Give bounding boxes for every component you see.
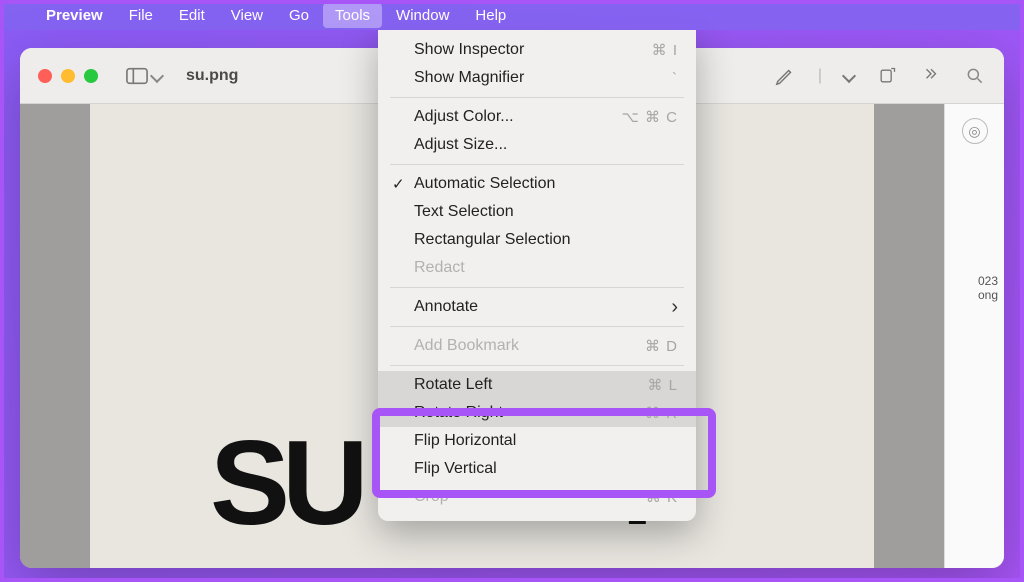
toolbar-divider: | — [818, 67, 822, 85]
menu-item-label: Rotate Right — [414, 404, 645, 422]
doc-text-prefix: SU — [210, 416, 361, 550]
menu-item-rotate-right[interactable]: Rotate Right⌘ R — [378, 399, 696, 427]
menu-item-text-selection[interactable]: Text Selection — [378, 198, 696, 226]
minimize-button[interactable] — [61, 69, 75, 83]
menu-item-rectangular-selection[interactable]: Rectangular Selection — [378, 226, 696, 254]
panel-text: 023 ong — [978, 274, 998, 302]
menu-item-label: Rectangular Selection — [414, 231, 678, 249]
menu-item-label: Automatic Selection — [414, 175, 678, 193]
more-icon[interactable] — [920, 65, 942, 87]
sidebar-toggle[interactable] — [126, 67, 162, 85]
menu-separator — [390, 97, 684, 98]
canvas-gutter-left — [20, 104, 90, 568]
menu-item-label: Crop — [414, 488, 646, 506]
menu-shortcut: ⌘ I — [652, 41, 678, 59]
menu-file[interactable]: File — [117, 3, 165, 28]
menu-separator — [390, 164, 684, 165]
menu-go[interactable]: Go — [277, 3, 321, 28]
menu-item-redact: Redact — [378, 254, 696, 282]
menu-item-adjust-color[interactable]: Adjust Color...⌥ ⌘ C — [378, 103, 696, 131]
canvas-gutter-right — [874, 104, 944, 568]
menu-item-label: Annotate — [414, 298, 671, 316]
menu-item-label: Adjust Size... — [414, 136, 678, 154]
markup-icon[interactable] — [774, 65, 796, 87]
close-button[interactable] — [38, 69, 52, 83]
menu-item-label: Show Inspector — [414, 41, 652, 59]
menu-window[interactable]: Window — [384, 3, 461, 28]
rotate-icon[interactable] — [876, 65, 898, 87]
menu-separator — [390, 287, 684, 288]
menu-separator — [390, 326, 684, 327]
menu-item-label: Adjust Color... — [414, 108, 622, 126]
menu-shortcut: ` — [672, 70, 678, 87]
chevron-down-icon — [150, 68, 164, 82]
menu-separator — [390, 365, 684, 366]
menu-item-rotate-left[interactable]: Rotate Left⌘ L — [378, 371, 696, 399]
menu-shortcut: ⌘ L — [647, 376, 678, 394]
menu-shortcut: ⌘ K — [646, 488, 678, 506]
menu-item-label: Redact — [414, 259, 678, 277]
panel-line-2: ong — [978, 288, 998, 302]
menu-item-label: Flip Vertical — [414, 460, 678, 478]
menu-item-adjust-size[interactable]: Adjust Size... — [378, 131, 696, 159]
menu-tools[interactable]: Tools — [323, 3, 382, 28]
menu-item-label: Flip Horizontal — [414, 432, 678, 450]
menu-item-flip-horizontal[interactable]: Flip Horizontal — [378, 427, 696, 455]
menubar: Preview File Edit View Go Tools Window H… — [0, 0, 1024, 30]
inspector-panel: ◎ 023 ong — [944, 104, 1004, 568]
menu-help[interactable]: Help — [463, 3, 518, 28]
traffic-lights — [38, 69, 98, 83]
check-icon: ✓ — [392, 175, 405, 193]
menu-item-show-magnifier[interactable]: Show Magnifier` — [378, 64, 696, 92]
menu-item-annotate[interactable]: Annotate› — [378, 293, 696, 321]
app-name[interactable]: Preview — [34, 3, 115, 28]
menu-item-label: Show Magnifier — [414, 69, 672, 87]
menu-edit[interactable]: Edit — [167, 3, 217, 28]
sidebar-icon — [126, 67, 148, 85]
zoom-button[interactable] — [84, 69, 98, 83]
submenu-arrow-icon: › — [671, 296, 678, 319]
menu-item-label: Rotate Left — [414, 376, 647, 394]
window-title: su.png — [186, 67, 238, 85]
menu-item-show-inspector[interactable]: Show Inspector⌘ I — [378, 36, 696, 64]
panel-line-1: 023 — [978, 274, 998, 288]
tools-menu: Show Inspector⌘ IShow Magnifier`Adjust C… — [378, 30, 696, 521]
menu-shortcut: ⌘ R — [645, 404, 678, 422]
chevron-down-icon[interactable] — [842, 68, 856, 82]
menu-item-flip-vertical[interactable]: Flip Vertical — [378, 455, 696, 483]
menu-item-add-bookmark: Add Bookmark⌘ D — [378, 332, 696, 360]
menu-shortcut: ⌥ ⌘ C — [622, 108, 678, 126]
menu-item-label: Add Bookmark — [414, 337, 645, 355]
menu-shortcut: ⌘ D — [645, 337, 678, 355]
menu-view[interactable]: View — [219, 3, 275, 28]
menu-item-label: Text Selection — [414, 203, 678, 221]
search-icon[interactable] — [964, 65, 986, 87]
menu-item-automatic-selection[interactable]: ✓ Automatic Selection — [378, 170, 696, 198]
info-icon[interactable]: ◎ — [962, 118, 988, 144]
menu-item-crop: Crop⌘ K — [378, 483, 696, 511]
